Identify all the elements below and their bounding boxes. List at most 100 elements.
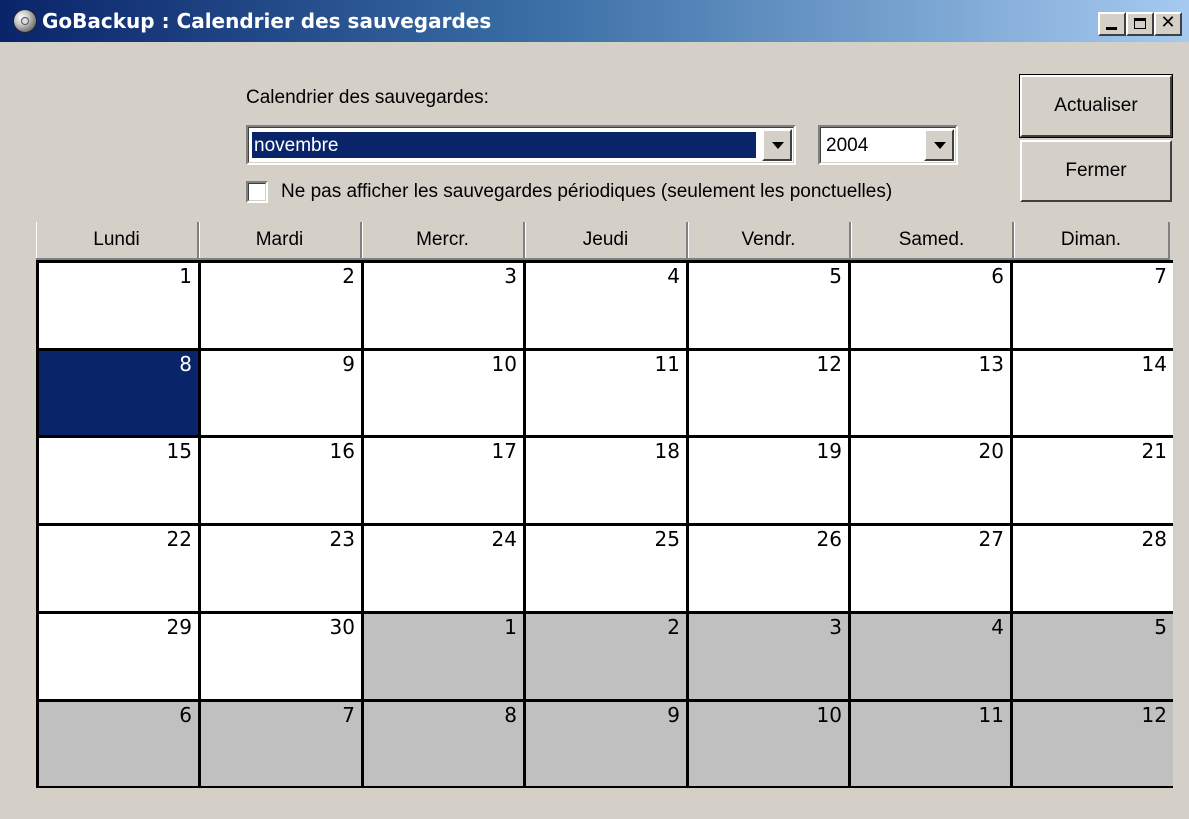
calendar-day-cell[interactable]: 4: [526, 263, 686, 348]
title-bar[interactable]: GoBackup : Calendrier des sauvegardes ✕: [0, 0, 1189, 42]
calendar-day-cell[interactable]: 30: [201, 614, 361, 699]
day-number: 8: [504, 703, 517, 727]
month-select[interactable]: novembre: [246, 125, 796, 165]
day-number: 7: [1154, 264, 1167, 288]
day-number: 5: [1154, 615, 1167, 639]
calendar-day-cell[interactable]: 15: [39, 438, 198, 523]
day-number: 23: [329, 527, 355, 551]
calendar-day-cell[interactable]: 4: [851, 614, 1010, 699]
day-number: 10: [816, 703, 842, 727]
calendar-day-cell[interactable]: 11: [851, 702, 1010, 786]
calendar-day-cell[interactable]: 9: [526, 702, 686, 786]
minimize-icon[interactable]: [1098, 12, 1126, 36]
calendar-day-cell[interactable]: 24: [364, 526, 523, 611]
day-number: 13: [978, 352, 1004, 376]
year-select-value: 2004: [826, 135, 869, 156]
day-number: 20: [978, 439, 1004, 463]
day-number: 9: [667, 703, 680, 727]
day-number: 5: [829, 264, 842, 288]
calendar-day-cell[interactable]: 21: [1013, 438, 1173, 523]
weekday-header: Lundi: [36, 222, 199, 260]
calendar-day-cell[interactable]: 8: [39, 351, 198, 435]
calendar-day-cell[interactable]: 14: [1013, 351, 1173, 435]
hide-periodic-label[interactable]: Ne pas afficher les sauvegardes périodiq…: [281, 181, 892, 203]
calendar-day-cell[interactable]: 12: [689, 351, 848, 435]
weekday-header: Diman.: [1014, 222, 1170, 260]
hide-periodic-checkbox[interactable]: [246, 181, 268, 203]
calendar-day-cell[interactable]: 29: [39, 614, 198, 699]
day-number: 21: [1141, 439, 1167, 463]
day-number: 9: [342, 352, 355, 376]
calendar-day-cell[interactable]: 10: [689, 702, 848, 786]
day-number: 6: [179, 703, 192, 727]
day-number: 4: [667, 264, 680, 288]
calendar-day-cell[interactable]: 20: [851, 438, 1010, 523]
day-number: 11: [978, 703, 1004, 727]
close-button[interactable]: Fermer: [1020, 140, 1172, 202]
day-number: 28: [1141, 527, 1167, 551]
weekday-header: Jeudi: [525, 222, 688, 260]
weekday-header: Mercr.: [362, 222, 525, 260]
day-number: 12: [816, 352, 842, 376]
day-number: 17: [491, 439, 517, 463]
day-number: 16: [329, 439, 355, 463]
day-number: 15: [166, 439, 192, 463]
calendar-day-cell[interactable]: 7: [1013, 263, 1173, 348]
calendar-label: Calendrier des sauvegardes:: [246, 87, 489, 108]
calendar-day-cell[interactable]: 1: [364, 614, 523, 699]
weekday-header: Mardi: [199, 222, 362, 260]
day-number: 19: [816, 439, 842, 463]
calendar-grid: 1 2 3 4 5 6 7 8 9 10 11 12 13 14 15 16 17 18 19 20 21 22 23 24 2…: [36, 260, 1173, 788]
day-number: 14: [1141, 352, 1167, 376]
year-dropdown-arrow-icon[interactable]: [924, 129, 954, 161]
month-select-value: novembre: [252, 132, 756, 158]
gobackup-app-icon: [14, 10, 36, 32]
day-number: 2: [667, 615, 680, 639]
calendar-day-cell[interactable]: 7: [201, 702, 361, 786]
day-number: 11: [654, 352, 680, 376]
day-number: 26: [816, 527, 842, 551]
close-icon[interactable]: ✕: [1154, 12, 1182, 36]
calendar-day-cell[interactable]: 5: [689, 263, 848, 348]
calendar-day-cell[interactable]: 23: [201, 526, 361, 611]
day-number: 25: [654, 527, 680, 551]
calendar-day-cell[interactable]: 10: [364, 351, 523, 435]
day-number: 18: [654, 439, 680, 463]
calendar-day-cell[interactable]: 22: [39, 526, 198, 611]
day-number: 29: [166, 615, 192, 639]
calendar-day-cell[interactable]: 12: [1013, 702, 1173, 786]
calendar-day-cell[interactable]: 3: [364, 263, 523, 348]
calendar-day-cell[interactable]: 6: [39, 702, 198, 786]
window-title: GoBackup : Calendrier des sauvegardes: [42, 9, 492, 33]
day-number: 24: [491, 527, 517, 551]
weekday-header: Samed.: [851, 222, 1014, 260]
day-number: 22: [166, 527, 192, 551]
calendar-day-cell[interactable]: 16: [201, 438, 361, 523]
day-number: 12: [1141, 703, 1167, 727]
calendar-day-cell[interactable]: 26: [689, 526, 848, 611]
day-number: 2: [342, 264, 355, 288]
calendar-day-cell[interactable]: 13: [851, 351, 1010, 435]
calendar-day-cell[interactable]: 3: [689, 614, 848, 699]
calendar-day-cell[interactable]: 17: [364, 438, 523, 523]
calendar-day-cell[interactable]: 25: [526, 526, 686, 611]
day-number: 3: [504, 264, 517, 288]
calendar-day-cell[interactable]: 1: [39, 263, 198, 348]
calendar-day-cell[interactable]: 28: [1013, 526, 1173, 611]
calendar-day-cell[interactable]: 18: [526, 438, 686, 523]
refresh-button[interactable]: Actualiser: [1020, 75, 1172, 137]
calendar-day-cell[interactable]: 2: [526, 614, 686, 699]
calendar-day-cell[interactable]: 11: [526, 351, 686, 435]
month-dropdown-arrow-icon[interactable]: [762, 129, 792, 161]
calendar-day-cell[interactable]: 27: [851, 526, 1010, 611]
maximize-icon[interactable]: [1126, 12, 1154, 36]
day-number: 30: [329, 615, 355, 639]
calendar-day-cell[interactable]: 9: [201, 351, 361, 435]
calendar-day-cell[interactable]: 6: [851, 263, 1010, 348]
calendar-day-cell[interactable]: 19: [689, 438, 848, 523]
calendar-day-cell[interactable]: 8: [364, 702, 523, 786]
day-number: 10: [491, 352, 517, 376]
calendar-day-cell[interactable]: 2: [201, 263, 361, 348]
calendar-day-cell[interactable]: 5: [1013, 614, 1173, 699]
year-select[interactable]: 2004: [818, 125, 958, 165]
